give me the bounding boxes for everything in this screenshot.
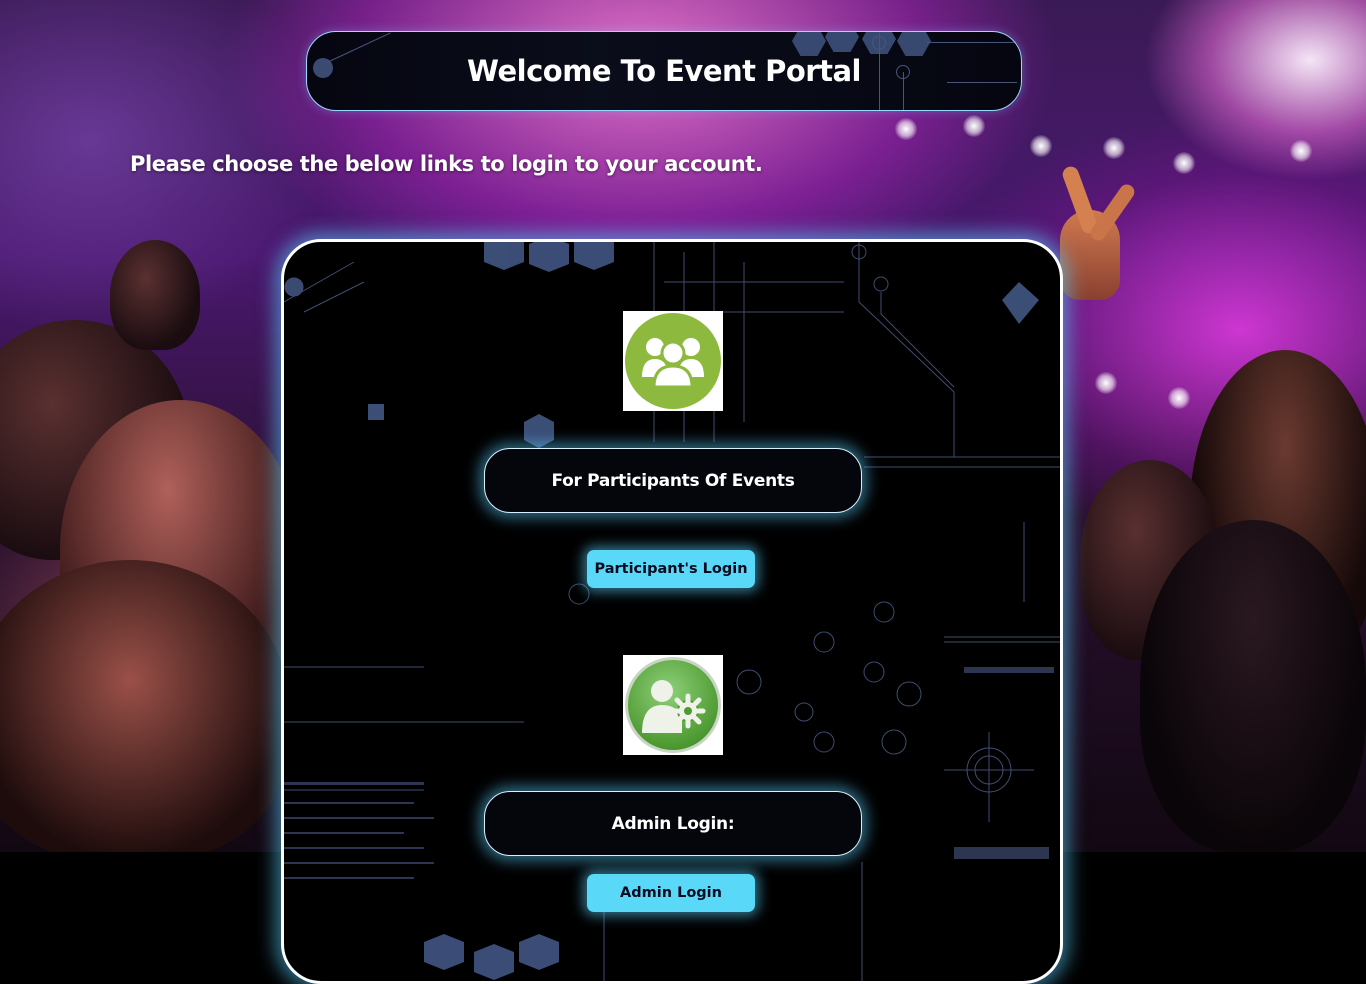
admin-heading-box: Admin Login: (484, 791, 862, 856)
participants-login-button[interactable]: Participant's Login (587, 550, 755, 588)
participants-heading: For Participants Of Events (551, 470, 795, 491)
admin-user-gear-icon (625, 657, 721, 753)
login-options-panel: For Participants Of Events Participant's… (281, 239, 1063, 984)
group-people-icon (625, 313, 721, 409)
participants-heading-box: For Participants Of Events (484, 448, 862, 513)
admin-heading: Admin Login: (611, 813, 735, 834)
page-title: Welcome To Event Portal (467, 54, 861, 88)
welcome-banner: Welcome To Event Portal (306, 31, 1022, 111)
admin-login-button[interactable]: Admin Login (587, 874, 755, 912)
intro-text: Please choose the below links to login t… (130, 152, 763, 176)
admin-icon-tile (623, 655, 723, 755)
participants-icon-tile (623, 311, 723, 411)
